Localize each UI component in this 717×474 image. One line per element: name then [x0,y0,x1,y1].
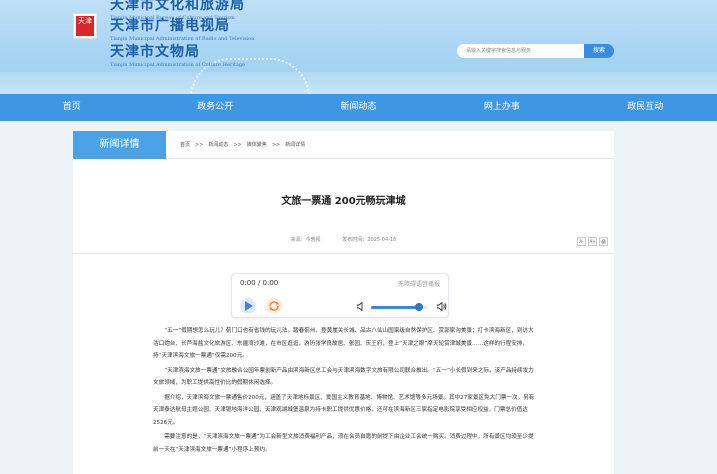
article-source: 来源：今晚报 [290,237,321,243]
bureau-heritage: 天津市文物局 Tianjin Municipal Administration … [110,44,246,68]
audio-player: 0:00 / 0:00 无障碍语音播报 [231,273,449,318]
nav-news[interactable]: 新闻动态 [287,94,430,121]
breadcrumb-current: 新闻详情 [285,142,306,148]
loop-button[interactable] [266,298,282,314]
nav-home[interactable]: 首页 [0,94,143,121]
article-paragraph: 需要注意的是，“天津滨海文旅一票通”为工会新型文旅消费福利产品，须在会员自愿的前… [153,434,534,453]
article-paragraph: “五一”假期想怎么玩儿？蓟门口也有省钱的玩儿法。踏春蓟州，登黄崖关长城、品古八仙… [153,328,534,359]
volume-high-icon[interactable] [437,302,447,311]
article-paragraph: “天津滨海文旅一票通”文旅融合公园年票创新产品由滨海新区总工会与天津滨海数字文旅… [153,367,534,387]
breadcrumb-home[interactable]: 首页 [180,131,190,159]
search-box: 请输入关键字搜索信息与服务 搜索 [457,44,614,58]
volume-fill [371,306,419,309]
loop-icon [269,301,279,311]
volume-low-icon[interactable] [357,302,366,311]
breadcrumb-separator: >> [271,142,281,148]
tab-news-detail[interactable]: 新闻详情 [73,131,166,159]
volume-knob[interactable] [414,303,423,311]
divider [73,253,614,254]
article-title: 文旅一票通 200元畅玩津城 [281,196,406,207]
breadcrumb-news[interactable]: 新闻动态 [208,131,228,159]
article-date: 发布时间：2025-04-16 [342,237,397,243]
article-panel: 新闻详情 首页 >> 新闻动态 >> 媒体聚焦 >> 新闻详情 文旅一票通 20… [73,131,614,474]
print-button[interactable]: 🖨 [599,237,608,246]
breadcrumb-separator: >> [233,142,242,148]
player-time: 0:00 / 0:00 [240,279,279,287]
site-header: 天津 天津市文化和旅游局 Tianjin Municipal Bureau of… [0,0,717,94]
logo-seal: 天津 [76,16,94,36]
article-paragraph: 据介绍，天津滨海文旅一票通售价200元，涵盖了天津地标景区、爱国主义教育基地、博… [153,394,535,426]
nav-online-services[interactable]: 网上办事 [430,94,573,121]
nav-government-affairs[interactable]: 政务公开 [143,94,286,121]
text-tools: A- A+ 🖨 [577,237,608,246]
site-logo[interactable]: 天津 [73,13,97,39]
nav-interaction[interactable]: 政民互动 [574,94,717,121]
accessibility-audio-label: 无障碍语音播报 [397,281,440,288]
breadcrumb-separator: >> [195,142,204,148]
font-increase-button[interactable]: A+ [588,237,597,246]
play-button[interactable] [240,298,256,314]
breadcrumb: 首页 >> 新闻动态 >> 媒体聚焦 >> 新闻详情 [180,131,305,159]
skyline-decoration [0,72,717,94]
breadcrumb-media[interactable]: 媒体聚焦 [247,131,267,159]
article-meta: 来源：今晚报 发布时间：2025-04-16 [73,236,614,243]
search-button[interactable]: 搜索 [584,44,614,58]
article-body: “五一”假期想怎么玩儿？蓟门口也有省钱的玩儿法。踏春蓟州，登黄崖关长城、品古八仙… [153,325,538,458]
font-decrease-button[interactable]: A- [577,237,586,246]
bureau-radio-tv: 天津市广播电视局 Tianjin Municipal Administratio… [110,18,255,42]
main-nav: 首页 政务公开 新闻动态 网上办事 政民互动 [0,94,717,121]
search-input[interactable]: 请输入关键字搜索信息与服务 [457,44,585,58]
tab-bar: 新闻详情 首页 >> 新闻动态 >> 媒体聚焦 >> 新闻详情 [73,131,614,159]
play-icon [245,301,253,311]
